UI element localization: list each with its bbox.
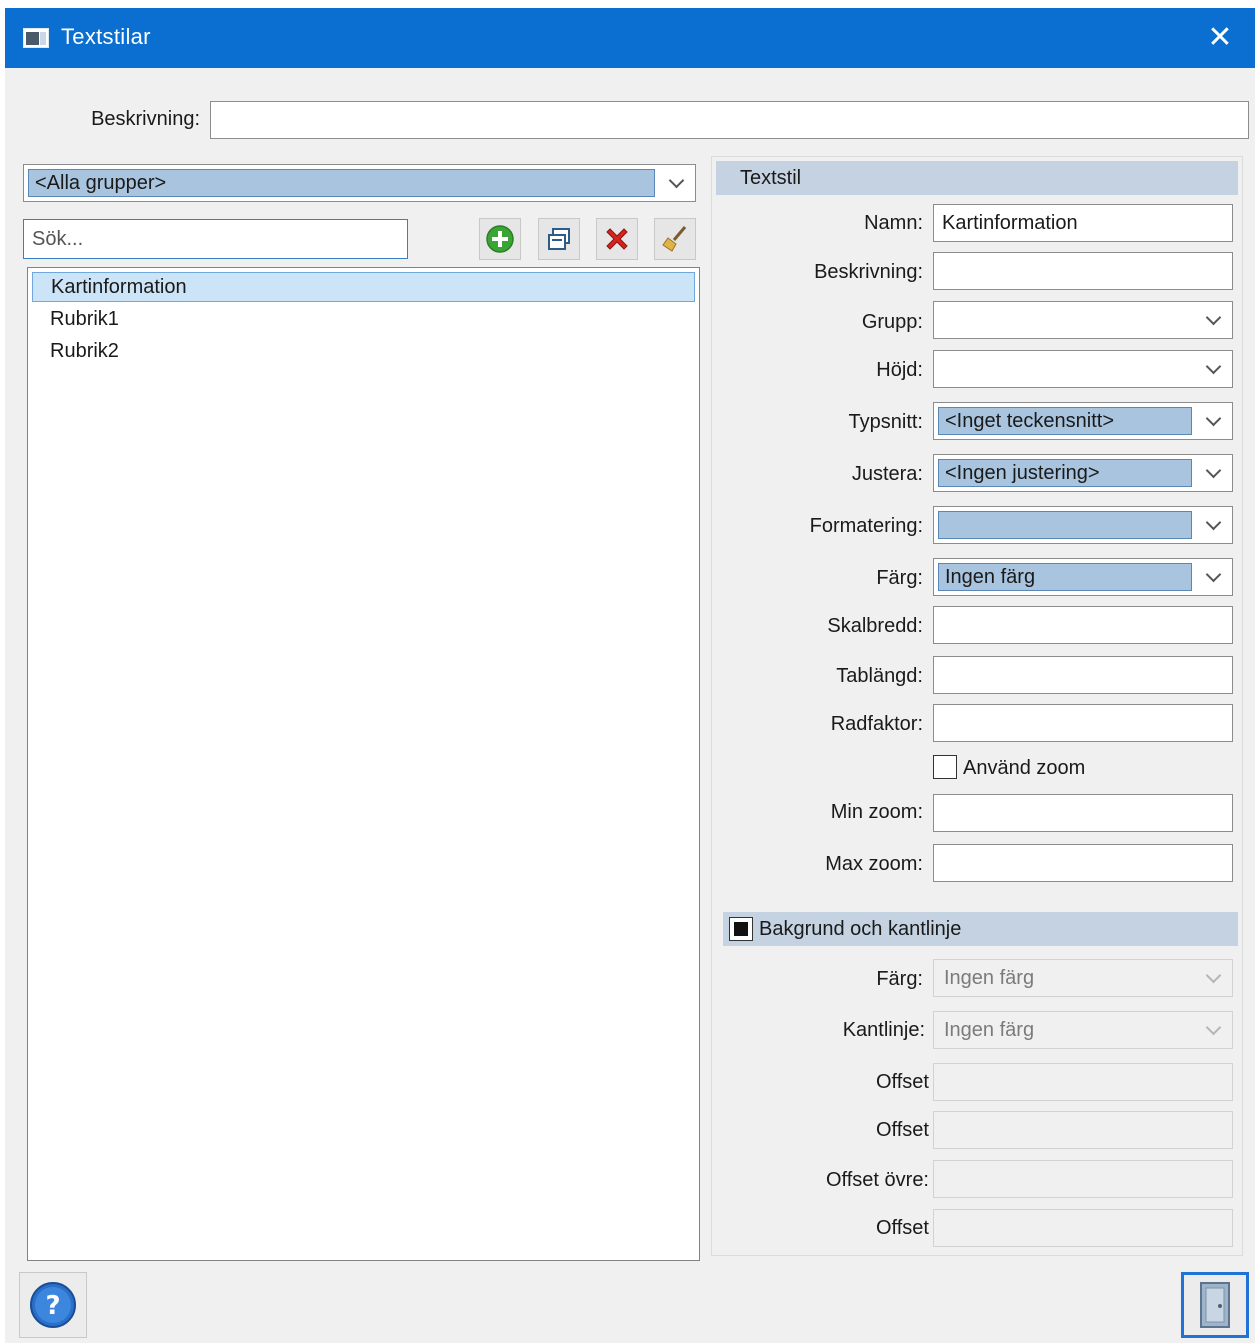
tablangd-field[interactable]	[933, 656, 1233, 694]
offset-label: Offset	[876, 1119, 929, 1141]
typsnitt-select[interactable]: <Inget teckensnitt>	[933, 402, 1233, 440]
offset-field[interactable]	[933, 1209, 1233, 1247]
bg-farg-select[interactable]: Ingen färg	[933, 959, 1233, 997]
chevron-down-icon	[1194, 403, 1232, 439]
beskrivning-field[interactable]	[933, 252, 1233, 290]
group-filter-select[interactable]: <Alla grupper>	[23, 164, 696, 202]
chevron-down-icon	[1194, 302, 1232, 338]
chevron-down-icon	[1194, 559, 1232, 595]
grupp-label: Grupp:	[861, 311, 923, 333]
search-input[interactable]: Sök...	[23, 219, 408, 259]
hojd-select[interactable]	[933, 350, 1233, 388]
typsnitt-label: Typsnitt:	[848, 411, 923, 433]
anvand-zoom-checkbox[interactable]	[933, 755, 957, 779]
hojd-label: Höjd:	[876, 359, 923, 381]
add-button[interactable]	[479, 218, 521, 260]
bakgrund-checkbox[interactable]	[729, 917, 753, 941]
chevron-down-icon	[1194, 960, 1232, 996]
farg-select[interactable]: Ingen färg	[933, 558, 1233, 596]
kantlinje-value: Ingen färg	[944, 1018, 1035, 1041]
close-icon[interactable]: ✕	[1203, 21, 1237, 55]
chevron-down-icon	[657, 165, 695, 201]
anvand-zoom-label[interactable]: Använd zoom	[963, 757, 1085, 780]
kantlinje-label: Kantlinje:	[842, 1019, 925, 1041]
help-icon: ?	[30, 1282, 76, 1328]
textstilar-dialog: Textstilar ✕ Beskrivning: <Alla grupper>…	[5, 8, 1255, 1343]
offset-field[interactable]	[933, 1063, 1233, 1101]
style-list[interactable]: Kartinformation Rubrik1 Rubrik2	[27, 267, 700, 1261]
list-item[interactable]: Kartinformation	[32, 272, 695, 302]
min-zoom-label: Min zoom:	[830, 801, 923, 823]
help-button[interactable]: ?	[19, 1272, 87, 1338]
radfaktor-field[interactable]	[933, 704, 1233, 742]
offset-field[interactable]	[933, 1111, 1233, 1149]
max-zoom-label: Max zoom:	[825, 853, 923, 875]
window-icon	[23, 28, 49, 48]
list-item[interactable]: Rubrik2	[32, 336, 695, 366]
typsnitt-value: <Inget teckensnitt>	[938, 407, 1192, 435]
max-zoom-field[interactable]	[933, 844, 1233, 882]
chevron-down-icon	[1194, 455, 1232, 491]
bakgrund-header[interactable]: Bakgrund och kantlinje	[723, 912, 1238, 946]
add-icon	[486, 225, 514, 253]
hojd-value	[938, 355, 1192, 383]
title-bar: Textstilar ✕	[5, 8, 1255, 68]
justera-label: Justera:	[851, 463, 923, 485]
grupp-select[interactable]	[933, 301, 1233, 339]
offset-label: Offset	[876, 1217, 929, 1239]
kantlinje-select[interactable]: Ingen färg	[933, 1011, 1233, 1049]
formatering-value	[938, 511, 1192, 539]
clear-button[interactable]	[654, 218, 696, 260]
textstil-header: Textstil	[716, 161, 1238, 195]
formatering-label: Formatering:	[809, 515, 923, 537]
chevron-down-icon	[1194, 1012, 1232, 1048]
offset-ovre-label: Offset övre:	[825, 1169, 929, 1191]
broom-icon	[662, 226, 687, 252]
justera-select[interactable]: <Ingen justering>	[933, 454, 1233, 492]
grupp-value	[938, 306, 1192, 334]
bg-farg-label: Färg:	[876, 968, 923, 990]
offset-ovre-field[interactable]	[933, 1160, 1233, 1198]
skalbredd-field[interactable]	[933, 606, 1233, 644]
formatering-select[interactable]	[933, 506, 1233, 544]
offset-label: Offset	[876, 1071, 929, 1093]
justera-value: <Ingen justering>	[938, 459, 1192, 487]
min-zoom-field[interactable]	[933, 794, 1233, 832]
exit-button[interactable]	[1181, 1272, 1249, 1338]
chevron-down-icon	[1194, 351, 1232, 387]
namn-field[interactable]: Kartinformation	[933, 204, 1233, 242]
group-filter-value: <Alla grupper>	[28, 169, 655, 197]
delete-button[interactable]	[596, 218, 638, 260]
exit-door-icon	[1200, 1282, 1230, 1328]
svg-text:?: ?	[45, 1291, 60, 1321]
list-item[interactable]: Rubrik1	[32, 304, 695, 334]
duplicate-button[interactable]	[538, 218, 580, 260]
duplicate-icon	[548, 228, 570, 250]
tablangd-label: Tablängd:	[836, 665, 923, 687]
delete-icon	[606, 228, 628, 250]
bakgrund-header-label: Bakgrund och kantlinje	[759, 917, 962, 940]
beskrivning-label: Beskrivning:	[814, 261, 923, 283]
bg-farg-value: Ingen färg	[944, 966, 1035, 989]
skalbredd-label: Skalbredd:	[827, 615, 923, 637]
radfaktor-label: Radfaktor:	[830, 713, 923, 735]
namn-label: Namn:	[864, 212, 923, 234]
window-title: Textstilar	[61, 24, 151, 49]
description-field[interactable]	[210, 101, 1249, 139]
description-label: Beskrivning:	[91, 108, 200, 130]
farg-label: Färg:	[876, 567, 923, 589]
chevron-down-icon	[1194, 507, 1232, 543]
farg-value: Ingen färg	[938, 563, 1192, 591]
